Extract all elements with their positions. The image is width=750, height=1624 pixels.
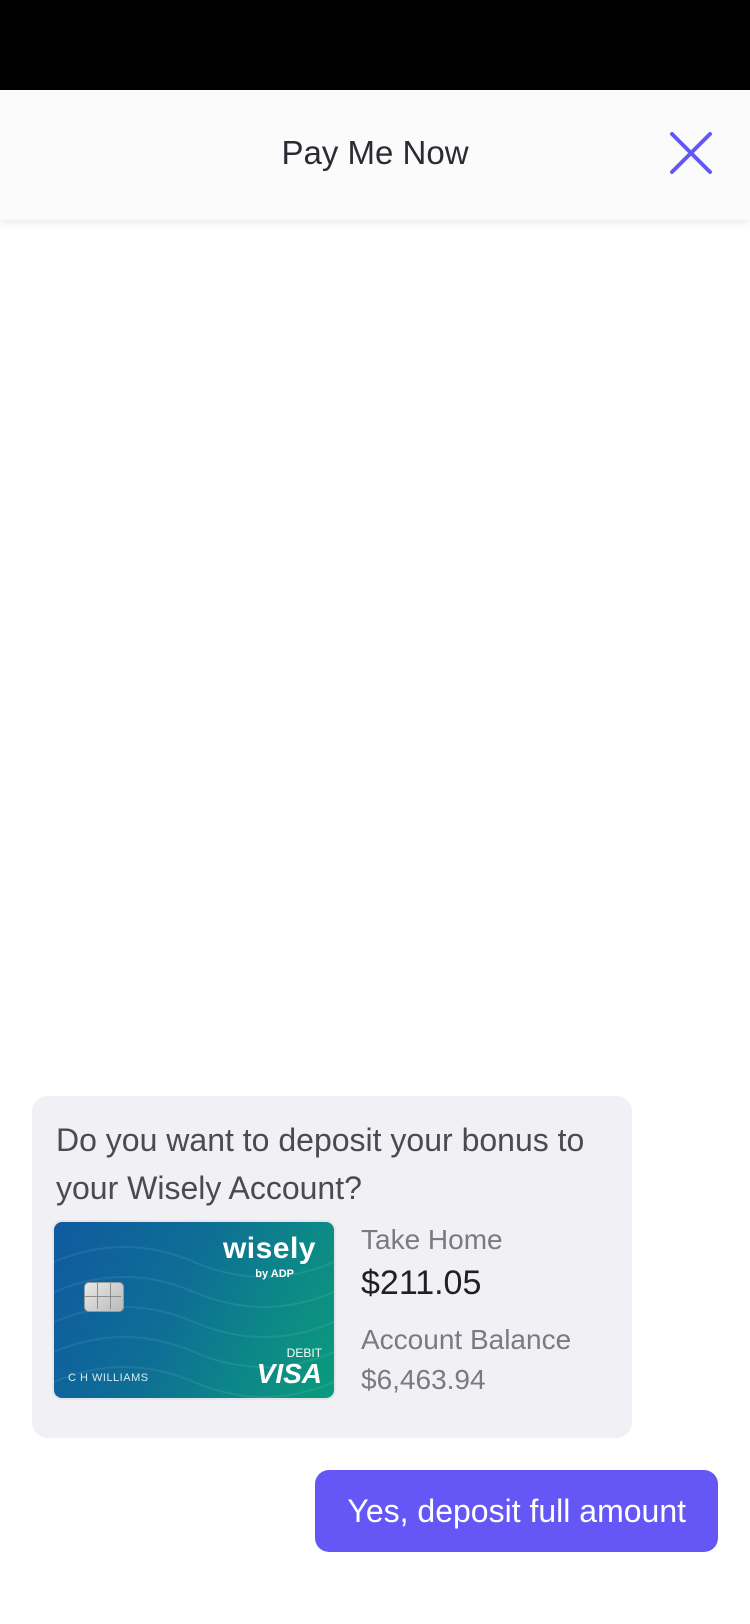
close-icon xyxy=(670,132,712,174)
page-title: Pay Me Now xyxy=(281,134,469,171)
account-balance-label: Account Balance xyxy=(361,1324,572,1355)
close-button[interactable] xyxy=(668,130,714,176)
deposit-question: Do you want to deposit your bonus to you… xyxy=(56,1122,585,1206)
deposit-full-amount-button[interactable]: Yes, deposit full amount xyxy=(315,1470,718,1552)
account-balance-value: $6,463.94 xyxy=(361,1364,486,1395)
status-bar xyxy=(0,0,750,90)
nav-header: Pay Me Now xyxy=(0,90,750,220)
take-home-label: Take Home xyxy=(361,1224,503,1255)
wisely-logo: wisely xyxy=(222,1232,316,1265)
debit-card-image: wisely by ADP DEBIT C H WILLIAMS VISA xyxy=(54,1222,334,1398)
card-chip-icon xyxy=(84,1282,124,1312)
adp-logo: by ADP xyxy=(255,1268,294,1280)
card-holder-name: C H WILLIAMS xyxy=(68,1372,149,1384)
bot-message-bubble: Do you want to deposit your bonus to you… xyxy=(32,1096,632,1438)
take-home-value: $211.05 xyxy=(361,1264,482,1302)
visa-logo: VISA xyxy=(256,1358,322,1389)
